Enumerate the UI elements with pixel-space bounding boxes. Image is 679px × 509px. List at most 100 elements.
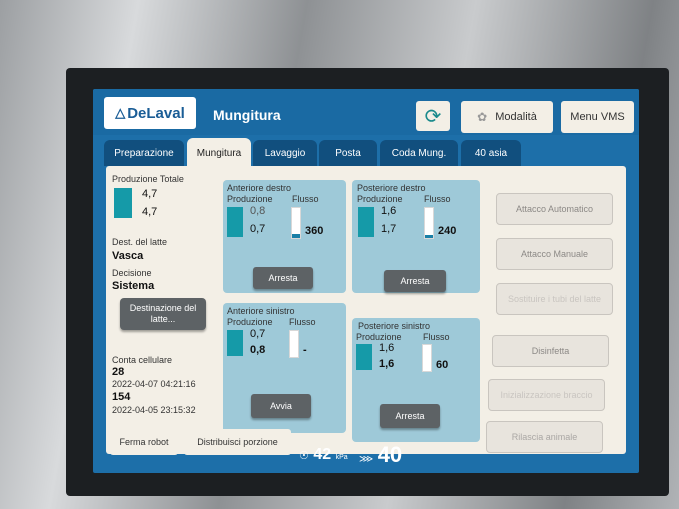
destinazione-label: Destinazione del latte... bbox=[129, 303, 197, 324]
tab-preparazione[interactable]: Preparazione bbox=[104, 140, 184, 166]
produzione-value-2: 4,7 bbox=[142, 206, 158, 218]
arresta-button[interactable]: Arresta bbox=[380, 404, 440, 428]
cow-icon: ✿ bbox=[477, 110, 488, 124]
tab-40-asia[interactable]: 40 asia bbox=[461, 140, 521, 166]
attacco-manuale-button[interactable]: Attacco Manuale bbox=[496, 238, 613, 270]
flow-fill bbox=[425, 235, 433, 238]
button-label: Attacco Automatico bbox=[515, 204, 594, 214]
flusso-label: Flusso bbox=[292, 194, 319, 204]
flow-value: 60 bbox=[436, 359, 449, 371]
tab-mungitura[interactable]: Mungitura bbox=[187, 138, 251, 168]
produzione-label: Produzione bbox=[227, 194, 273, 204]
button-label: Arresta bbox=[395, 411, 425, 421]
button-label: Arresta bbox=[400, 276, 430, 286]
prod-value-2: 0,8 bbox=[250, 344, 266, 356]
ferma-robot-button[interactable]: Ferma robot bbox=[110, 429, 178, 455]
prod-value-1: 0,7 bbox=[250, 328, 266, 340]
prod-value-1: 1,6 bbox=[381, 205, 397, 217]
tab-label: Mungitura bbox=[196, 147, 242, 159]
button-label: Ferma robot bbox=[119, 437, 169, 447]
flow-bar bbox=[289, 330, 299, 358]
pressure-unit: kPa bbox=[335, 454, 348, 461]
disinfetta-button[interactable]: Disinfetta bbox=[492, 335, 609, 367]
delaval-mark-icon: △ bbox=[115, 105, 126, 120]
modalita-button[interactable]: ✿ Modalità bbox=[461, 101, 553, 133]
quarter-title: Posteriore sinistro bbox=[358, 321, 431, 331]
flow-fill bbox=[292, 233, 300, 238]
menu-vms-label: Menu VMS bbox=[570, 111, 625, 123]
conta-value-1: 28 bbox=[112, 366, 125, 378]
produzione-label: Produzione bbox=[227, 317, 273, 327]
quarter-anteriore-destro: Anteriore destro Produzione Flusso 0,8 0… bbox=[223, 180, 346, 293]
prod-value-2: 0,7 bbox=[250, 223, 266, 235]
flusso-label: Flusso bbox=[289, 317, 316, 327]
quarter-title: Posteriore destro bbox=[357, 183, 426, 193]
button-label: Attacco Manuale bbox=[520, 249, 589, 259]
conta-date-2: 2022-04-05 23:15:32 bbox=[112, 405, 196, 415]
flow-value: 360 bbox=[305, 225, 324, 237]
quarter-anteriore-sinistro: Anteriore sinistro Produzione Flusso 0,7… bbox=[223, 303, 346, 433]
main-panel: Produzione Totale 4,7 4,7 Dest. del latt… bbox=[106, 166, 626, 454]
tab-label: Coda Mung. bbox=[391, 147, 447, 159]
tab-coda-mung[interactable]: Coda Mung. bbox=[380, 140, 458, 166]
flow-value: - bbox=[303, 344, 307, 356]
dest-latte-label: Dest. del latte bbox=[112, 237, 168, 247]
prod-value-2: 1,7 bbox=[381, 223, 397, 235]
flusso-label: Flusso bbox=[423, 332, 450, 342]
prod-value-1: 0,8 bbox=[250, 205, 266, 217]
rilascia-animale-button[interactable]: Rilascia animale bbox=[486, 421, 603, 453]
quarter-posteriore-destro: Posteriore destro Produzione Flusso 1,6 … bbox=[352, 180, 480, 293]
button-label: Sostituire i tubi del latte bbox=[507, 294, 602, 304]
button-label: Rilascia animale bbox=[511, 432, 578, 442]
logo-text: DeLaval bbox=[127, 104, 185, 122]
button-label: Inizializzazione braccio bbox=[500, 390, 593, 400]
tab-label: Preparazione bbox=[114, 147, 174, 159]
prod-value-2: 1,6 bbox=[379, 358, 395, 370]
inizializzazione-braccio-button[interactable]: Inizializzazione braccio bbox=[488, 379, 605, 411]
produzione-label: Produzione bbox=[356, 332, 402, 342]
production-bar bbox=[358, 207, 374, 237]
pulsation-readout: ⋙ 40 bbox=[359, 442, 402, 468]
flow-value: 240 bbox=[438, 225, 457, 237]
decisione-value: Sistema bbox=[112, 280, 155, 292]
header-bar: △ DeLaval Mungitura ⟳ ✿ Modalità Menu VM… bbox=[93, 89, 639, 135]
button-label: Disinfetta bbox=[531, 346, 570, 356]
tab-label: Lavaggio bbox=[264, 147, 306, 159]
flow-bar bbox=[422, 344, 432, 372]
production-bar bbox=[356, 344, 372, 370]
menu-vms-button[interactable]: Menu VMS bbox=[561, 101, 634, 133]
delaval-logo: △ DeLaval bbox=[104, 97, 196, 129]
hmi-screen: △ DeLaval Mungitura ⟳ ✿ Modalità Menu VM… bbox=[93, 89, 639, 473]
production-bar bbox=[227, 330, 243, 356]
quarter-posteriore-sinistro: Posteriore sinistro Produzione Flusso 1,… bbox=[352, 318, 480, 442]
flow-bar bbox=[424, 207, 434, 239]
quarter-title: Anteriore sinistro bbox=[227, 306, 295, 316]
gauge-icon: ☉ bbox=[299, 450, 309, 462]
produzione-label: Produzione bbox=[357, 194, 403, 204]
production-level-bar bbox=[114, 188, 132, 218]
attacco-automatico-button[interactable]: Attacco Automatico bbox=[496, 193, 613, 225]
vacuum-gauge: ☉ 42 kPa bbox=[299, 446, 348, 464]
conta-cellulare-label: Conta cellulare bbox=[112, 355, 173, 365]
tab-posta[interactable]: Posta bbox=[319, 140, 377, 166]
conta-date-1: 2022-04-07 04:21:16 bbox=[112, 379, 196, 389]
avvia-button[interactable]: Avvia bbox=[251, 394, 311, 418]
button-label: Distribuisci porzione bbox=[197, 437, 278, 447]
sostituire-tubi-button[interactable]: Sostituire i tubi del latte bbox=[496, 283, 613, 315]
pulsation-icon: ⋙ bbox=[359, 454, 374, 465]
destinazione-latte-button[interactable]: Destinazione del latte... bbox=[120, 298, 206, 330]
produzione-value-1: 4,7 bbox=[142, 188, 158, 200]
distribuisci-porzione-button[interactable]: Distribuisci porzione bbox=[184, 429, 291, 455]
tab-label: 40 asia bbox=[474, 147, 508, 159]
flusso-label: Flusso bbox=[424, 194, 451, 204]
arresta-button[interactable]: Arresta bbox=[384, 270, 446, 292]
tab-lavaggio[interactable]: Lavaggio bbox=[253, 140, 317, 166]
button-label: Avvia bbox=[270, 401, 292, 411]
pressure-value: 42 bbox=[313, 446, 332, 463]
produzione-totale-label: Produzione Totale bbox=[112, 174, 184, 184]
tab-label: Posta bbox=[335, 147, 361, 159]
modalita-label: Modalità bbox=[495, 111, 537, 123]
arresta-button[interactable]: Arresta bbox=[253, 267, 313, 289]
refresh-button[interactable]: ⟳ bbox=[416, 101, 450, 131]
conta-value-2: 154 bbox=[112, 391, 131, 403]
